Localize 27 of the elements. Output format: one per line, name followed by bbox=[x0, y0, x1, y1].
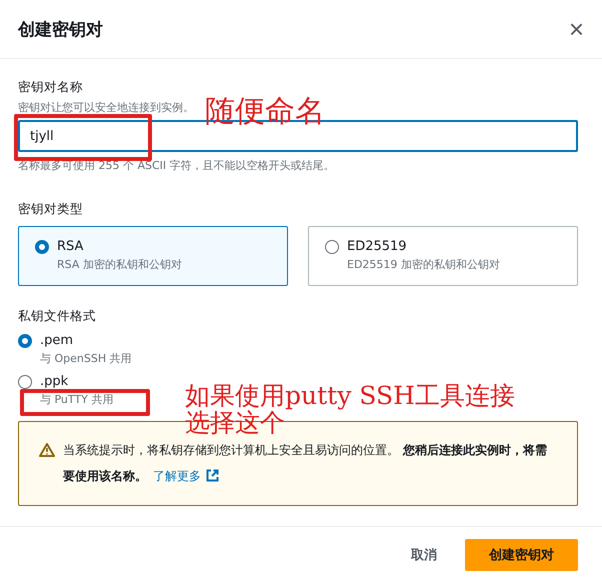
radio-button[interactable] bbox=[18, 334, 32, 348]
field-label: 密钥对类型 bbox=[18, 201, 84, 218]
option-description: RSA 加密的私钥和公钥对 bbox=[57, 257, 182, 272]
dialog-title: 创建密钥对 bbox=[18, 18, 103, 40]
option-title: RSA bbox=[57, 239, 84, 254]
warning-icon bbox=[39, 443, 55, 457]
create-button[interactable]: 创建密钥对 bbox=[465, 539, 578, 571]
radio-button[interactable] bbox=[325, 240, 339, 254]
option-description: 与 OpenSSH 共用 bbox=[40, 351, 132, 366]
option-title: .pem bbox=[40, 333, 74, 348]
radio-button[interactable] bbox=[35, 240, 49, 254]
annotation-text: 如果使用putty SSH工具连接 bbox=[185, 382, 515, 410]
learn-more-link[interactable]: 了解更多 bbox=[153, 469, 219, 483]
cancel-button[interactable]: 取消 bbox=[403, 539, 445, 571]
key-type-option[interactable]: RSA RSA 加密的私钥和公钥对 bbox=[18, 226, 288, 286]
option-title: ED25519 bbox=[347, 239, 408, 254]
close-button[interactable]: × bbox=[564, 16, 588, 42]
option-title: .ppk bbox=[40, 374, 70, 389]
external-link-icon bbox=[206, 469, 219, 482]
option-description: ED25519 加密的私钥和公钥对 bbox=[347, 257, 500, 272]
option-description: 与 PuTTY 共用 bbox=[40, 392, 114, 407]
field-description: 密钥对让您可以安全地连接到实例。 bbox=[18, 100, 194, 115]
key-type-option[interactable]: ED25519 ED25519 加密的私钥和公钥对 bbox=[308, 226, 578, 286]
alert-text: 当系统提示时，将私钥存储到您计算机上安全且易访问的位置。 您稍后连接此实例时，将需要使用该名称。 了解更多 bbox=[63, 442, 548, 485]
field-label: 密钥对名称 bbox=[18, 79, 84, 96]
radio-button[interactable] bbox=[18, 375, 32, 389]
field-label: 私钥文件格式 bbox=[18, 308, 97, 325]
